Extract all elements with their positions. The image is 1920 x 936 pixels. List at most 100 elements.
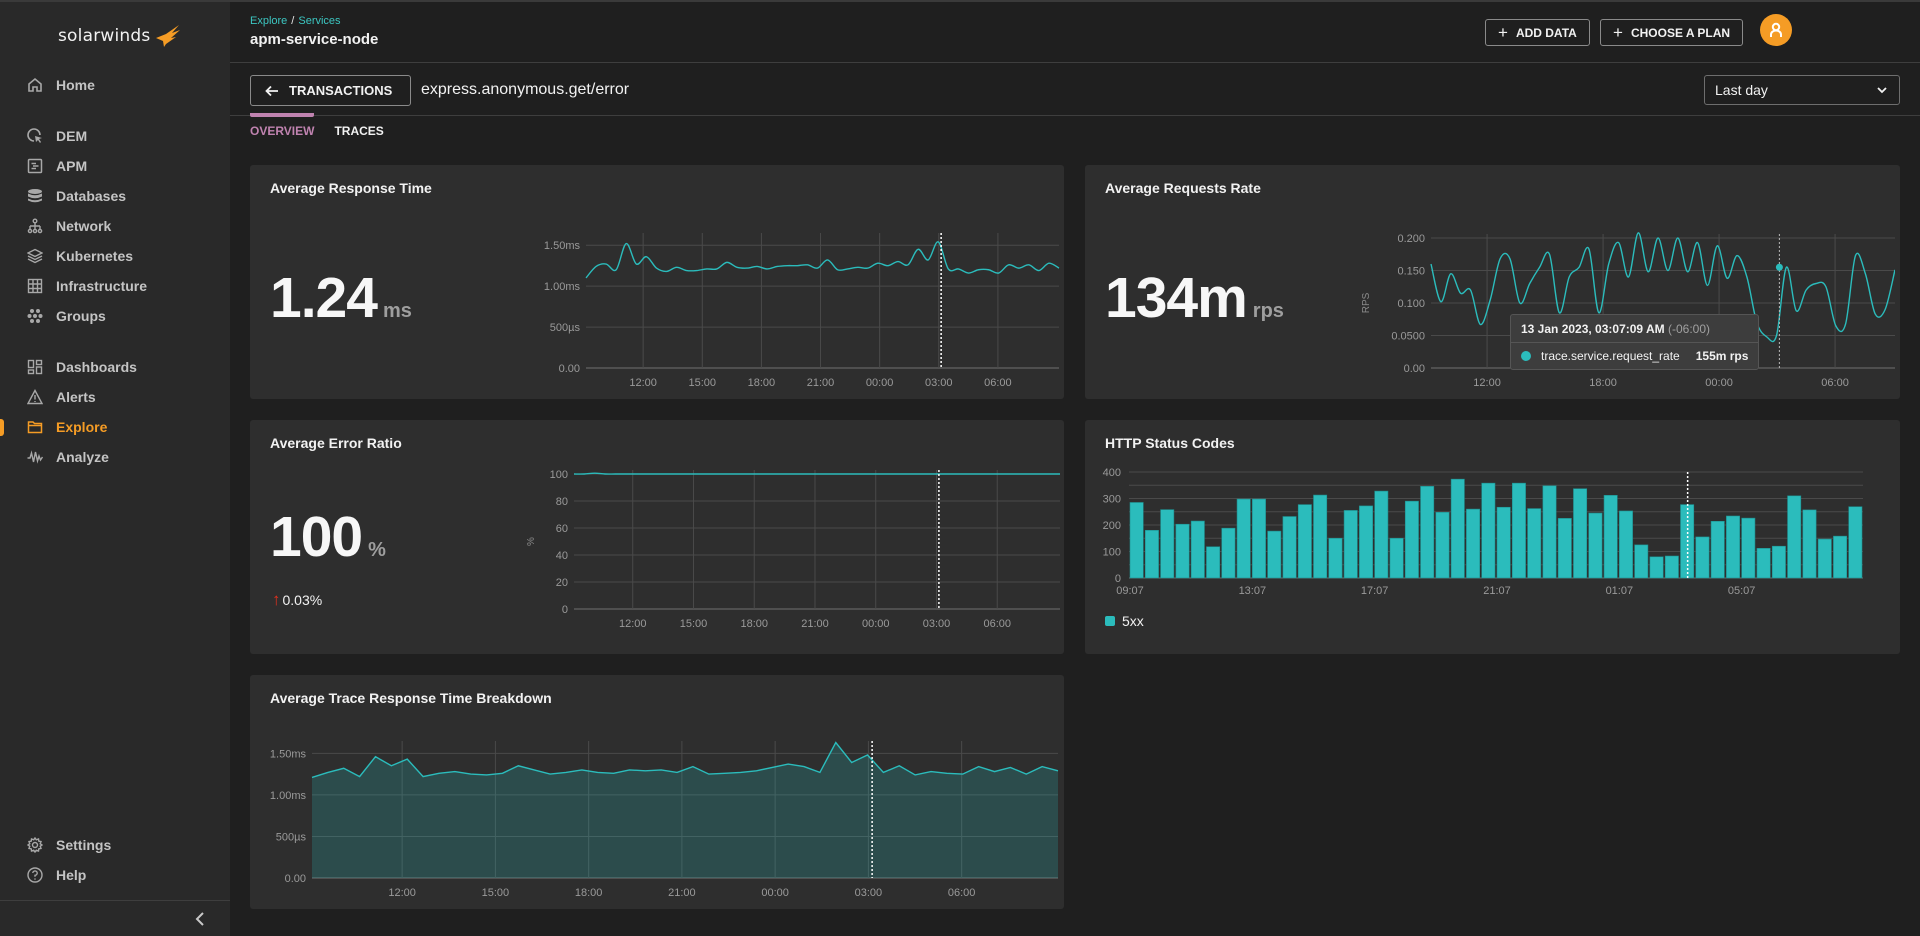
y-tick-label: 0: [1115, 573, 1121, 585]
bar: [1833, 535, 1848, 579]
error-ratio-chart[interactable]: 0 20 40 60 80 100 12:00 15:00 18:00 21:00 00:00 03:…: [520, 460, 1060, 650]
choose-plan-button[interactable]: + CHOOSE A PLAN: [1600, 19, 1744, 46]
arrow-up-icon: ↑: [272, 590, 281, 609]
chart-tooltip: 13 Jan 2023, 03:07:09 AM (-06:00) trace.…: [1510, 314, 1760, 370]
sidebar-item-apm[interactable]: APM: [0, 151, 230, 181]
back-to-transactions-button[interactable]: TRANSACTIONS: [250, 75, 411, 106]
tabs: OVERVIEW TRACES: [250, 113, 384, 142]
breadcrumb-explore-link[interactable]: Explore: [250, 15, 287, 27]
back-button-label: TRANSACTIONS: [289, 83, 393, 98]
bar: [1542, 485, 1557, 579]
card-title: Average Trace Response Time Breakdown: [270, 690, 552, 706]
choose-plan-label: CHOOSE A PLAN: [1630, 25, 1731, 40]
response-time-chart[interactable]: 0.00 500µs 1.00ms 1.50ms 12:00 15:00 18:00 21:0…: [510, 215, 1060, 395]
page-title: apm-service-node: [250, 31, 379, 48]
sidebar-item-groups[interactable]: Groups: [0, 301, 230, 331]
bar: [1343, 510, 1358, 579]
bar: [1787, 495, 1802, 579]
arrow-left-icon: [265, 85, 278, 96]
legend-swatch: [1105, 616, 1115, 626]
sidebar-item-kubernetes[interactable]: Kubernetes: [0, 241, 230, 271]
sidebar-item-explore[interactable]: Explore: [0, 412, 230, 442]
y-tick-label: 0.150: [1397, 266, 1425, 278]
bar: [1649, 556, 1664, 579]
bar: [1573, 488, 1588, 579]
series-line: [585, 241, 1060, 279]
bar: [1802, 509, 1817, 579]
x-tick-label: 12:00: [388, 887, 416, 899]
add-data-button[interactable]: + ADD DATA: [1485, 19, 1590, 46]
apm-document-icon: [27, 158, 43, 174]
bar: [1695, 536, 1710, 579]
x-tick-label: 01:07: [1606, 585, 1634, 597]
sidebar-item-label: Dashboards: [56, 359, 137, 375]
sidebar-item-dem[interactable]: DEM: [0, 121, 230, 151]
bar: [1848, 506, 1863, 579]
sidebar-item-infrastructure[interactable]: Infrastructure: [0, 271, 230, 301]
chart-legend[interactable]: 5xx: [1105, 613, 1144, 629]
x-tick-label: 09:07: [1116, 585, 1144, 597]
sidebar-item-network[interactable]: Network: [0, 211, 230, 241]
sidebar-item-databases[interactable]: Databases: [0, 181, 230, 211]
tab-traces[interactable]: TRACES: [334, 116, 383, 142]
x-tick-label: 18:00: [740, 618, 768, 630]
x-tick-label: 21:07: [1483, 585, 1511, 597]
metric-value: 134m rps: [1105, 265, 1284, 331]
database-icon: [27, 188, 43, 204]
card-title: Average Error Ratio: [270, 435, 402, 451]
y-tick-label: 20: [556, 577, 568, 589]
bar: [1588, 512, 1603, 579]
card-title: Average Requests Rate: [1105, 180, 1261, 196]
tab-overview[interactable]: OVERVIEW: [250, 113, 315, 142]
bar: [1420, 486, 1435, 579]
sidebar-item-alerts[interactable]: Alerts: [0, 382, 230, 412]
x-tick-label: 21:00: [807, 377, 835, 389]
help-icon: [27, 867, 43, 883]
tooltip-header: 13 Jan 2023, 03:07:09 AM (-06:00): [1511, 315, 1759, 343]
user-avatar-button[interactable]: [1760, 14, 1792, 46]
card-title: Average Response Time: [270, 180, 432, 196]
x-tick-label: 18:00: [1589, 377, 1617, 389]
home-icon: [27, 77, 43, 93]
y-tick-label: 1.00ms: [544, 281, 581, 293]
collapse-sidebar-button[interactable]: [190, 909, 210, 929]
bar: [1741, 517, 1756, 579]
bar: [1634, 544, 1649, 579]
sidebar-item-analyze[interactable]: Analyze: [0, 442, 230, 472]
card-average-requests-rate: Average Requests Rate 134m rps 0.00 0.050…: [1085, 165, 1900, 399]
transaction-name: express.anonymous.get/error: [421, 81, 630, 98]
bar: [1206, 546, 1221, 579]
bar: [1282, 516, 1297, 579]
sidebar-item-settings[interactable]: Settings: [0, 830, 230, 860]
bar: [1466, 508, 1481, 579]
x-tick-label: 18:00: [575, 887, 603, 899]
top-header: Explore / Services apm-service-node + ADD …: [230, 2, 1920, 62]
gear-icon: [27, 837, 43, 853]
y-tick-label: 500µs: [276, 831, 307, 843]
x-tick-label: 12:00: [619, 618, 647, 630]
sidebar-nav: Home DEM APM Databases Network Kubernete…: [0, 70, 230, 472]
y-tick-label: 500µs: [550, 322, 581, 334]
series-line: [573, 472, 1060, 475]
breadcrumb-services-link[interactable]: Services: [298, 15, 340, 27]
sidebar-item-home[interactable]: Home: [0, 70, 230, 100]
http-status-codes-chart[interactable]: 0 100 200 300 400 09:07 13:07 17:07 21:07 01:07 05…: [1085, 460, 1895, 610]
solarwinds-logo[interactable]: solarwinds: [58, 20, 182, 52]
x-tick-label: 03:00: [855, 887, 883, 899]
time-range-select[interactable]: Last day: [1704, 75, 1900, 105]
groups-icon: [27, 308, 43, 324]
cursor-point: [1775, 263, 1783, 271]
card-average-error-ratio: Average Error Ratio 100 % ↑ 0.03% 0 20 40 6…: [250, 420, 1064, 654]
x-tick-label: 21:00: [801, 618, 829, 630]
sidebar-item-label: Groups: [56, 308, 106, 324]
bar: [1619, 510, 1633, 579]
bar: [1160, 509, 1175, 579]
bar: [1527, 508, 1542, 579]
y-tick-label: 1.00ms: [270, 790, 307, 802]
bar: [1175, 523, 1190, 579]
sidebar-item-dashboards[interactable]: Dashboards: [0, 352, 230, 382]
bar: [1710, 520, 1725, 579]
sidebar-item-help[interactable]: Help: [0, 860, 230, 890]
grid-icon: [27, 278, 43, 294]
breakdown-chart[interactable]: 0.00 500µs 1.00ms 1.50ms 12:00 15:00 18:00 21:0…: [250, 725, 1060, 905]
